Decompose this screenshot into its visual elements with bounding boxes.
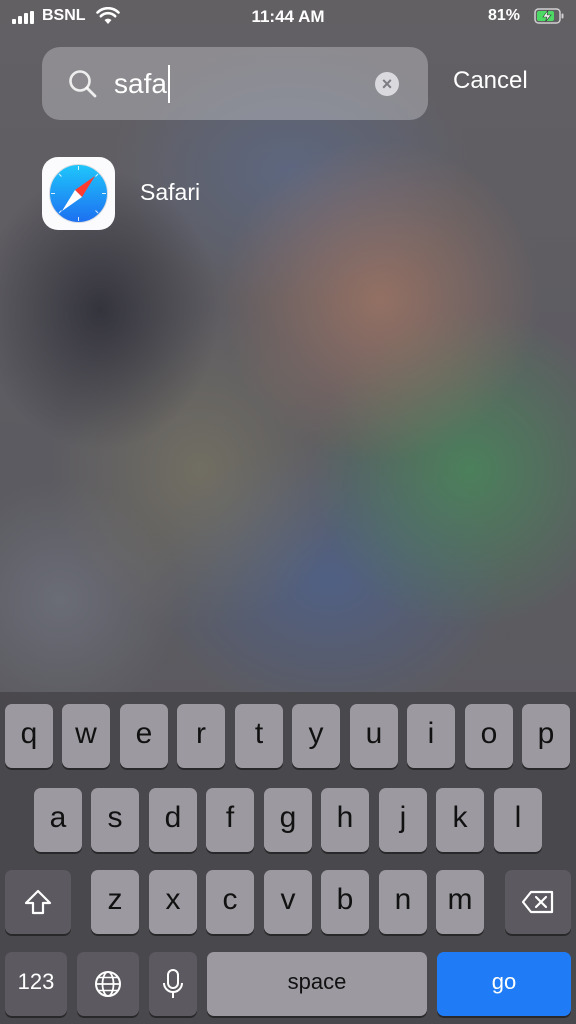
go-key[interactable]: go bbox=[437, 952, 571, 1016]
numbers-key[interactable]: 123 bbox=[5, 952, 67, 1016]
dictation-key[interactable] bbox=[149, 952, 197, 1016]
space-key[interactable]: space bbox=[207, 952, 427, 1016]
keyboard-row-3: z x c v b n m bbox=[0, 870, 576, 934]
battery-charging-icon bbox=[534, 8, 564, 24]
key-m[interactable]: m bbox=[436, 870, 484, 934]
globe-key[interactable] bbox=[77, 952, 139, 1016]
search-icon bbox=[69, 70, 97, 98]
key-e[interactable]: e bbox=[120, 704, 168, 768]
key-p[interactable]: p bbox=[522, 704, 570, 768]
key-a[interactable]: a bbox=[34, 788, 82, 852]
key-k[interactable]: k bbox=[436, 788, 484, 852]
microphone-icon bbox=[163, 969, 183, 998]
search-query-text: safa bbox=[114, 68, 167, 99]
key-d[interactable]: d bbox=[149, 788, 197, 852]
keyboard-row-4: 123 space go bbox=[0, 952, 576, 1016]
key-z[interactable]: z bbox=[91, 870, 139, 934]
safari-result-label[interactable]: Safari bbox=[140, 179, 200, 206]
search-input[interactable]: safa bbox=[114, 65, 170, 103]
shift-icon bbox=[24, 889, 52, 915]
safari-app-icon[interactable] bbox=[42, 157, 115, 230]
battery-percentage: 81% bbox=[487, 7, 520, 24]
key-i[interactable]: i bbox=[407, 704, 455, 768]
key-x[interactable]: x bbox=[149, 870, 197, 934]
key-f[interactable]: f bbox=[206, 788, 254, 852]
search-field[interactable]: safa × bbox=[42, 47, 428, 120]
key-r[interactable]: r bbox=[177, 704, 225, 768]
globe-icon bbox=[95, 971, 121, 997]
status-bar: BSNL 11:44 AM 81% bbox=[0, 0, 576, 34]
key-q[interactable]: q bbox=[5, 704, 53, 768]
key-b[interactable]: b bbox=[321, 870, 369, 934]
key-h[interactable]: h bbox=[321, 788, 369, 852]
key-v[interactable]: v bbox=[264, 870, 312, 934]
key-s[interactable]: s bbox=[91, 788, 139, 852]
key-y[interactable]: y bbox=[292, 704, 340, 768]
keyboard-row-1: q w e r t y u i o p bbox=[0, 704, 576, 768]
key-u[interactable]: u bbox=[350, 704, 398, 768]
key-t[interactable]: t bbox=[235, 704, 283, 768]
key-l[interactable]: l bbox=[494, 788, 542, 852]
keyboard: q w e r t y u i o p a s d f g h j k l z … bbox=[0, 692, 576, 1024]
key-o[interactable]: o bbox=[465, 704, 513, 768]
text-cursor bbox=[167, 65, 170, 103]
keyboard-row-2: a s d f g h j k l bbox=[0, 788, 576, 852]
key-g[interactable]: g bbox=[264, 788, 312, 852]
key-n[interactable]: n bbox=[379, 870, 427, 934]
key-c[interactable]: c bbox=[206, 870, 254, 934]
safari-compass-icon bbox=[49, 164, 108, 223]
delete-key[interactable] bbox=[505, 870, 571, 934]
cancel-button[interactable]: Cancel bbox=[453, 67, 528, 95]
shift-key[interactable] bbox=[5, 870, 71, 934]
key-j[interactable]: j bbox=[379, 788, 427, 852]
backspace-icon bbox=[521, 890, 554, 914]
clear-text-icon[interactable]: × bbox=[375, 72, 399, 96]
key-w[interactable]: w bbox=[62, 704, 110, 768]
